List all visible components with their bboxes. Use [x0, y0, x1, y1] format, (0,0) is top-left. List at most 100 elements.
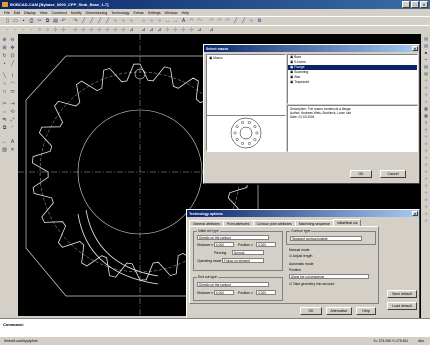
layer-icon[interactable]: ▤: [423, 71, 429, 77]
new-icon[interactable]: ▯: [4, 18, 11, 25]
measure-icon[interactable]: ⊿: [140, 27, 147, 34]
snap-icon[interactable]: ⊹: [52, 27, 59, 34]
final-position-input[interactable]: 0.000: [256, 290, 276, 295]
measure-icon[interactable]: ⊿: [128, 27, 135, 34]
tech-ok-button[interactable]: OK: [300, 307, 322, 315]
adjust-length-checkbox[interactable]: ☑ Adjust length: [289, 254, 312, 258]
snap-icon[interactable]: ⊹: [96, 27, 103, 34]
circle-icon[interactable]: ○: [36, 27, 43, 34]
mirror-tool-icon[interactable]: ⇋: [1, 116, 8, 123]
circle-tool-icon[interactable]: ○: [1, 80, 8, 87]
menu-file[interactable]: File: [4, 11, 10, 15]
snap-icon[interactable]: ⊹: [112, 27, 119, 34]
ortho-icon[interactable]: ┼: [423, 127, 429, 133]
dialog-close-button[interactable]: ×: [412, 46, 418, 51]
linetype-icon[interactable]: ┅: [423, 57, 429, 63]
dialog-close-button[interactable]: ×: [412, 211, 418, 216]
point-icon[interactable]: ·: [20, 27, 27, 34]
snap-icon[interactable]: ⊹: [423, 190, 429, 196]
macro-list[interactable]: ▣ Bore ▣ S-holes ▣ Flange ▣ Scanning ▣ Star ▣…: [287, 54, 418, 104]
snap-icon[interactable]: ⊹: [423, 85, 429, 91]
menu-dimensioning[interactable]: Dimensioning: [86, 11, 108, 15]
distance-input[interactable]: 0.000: [214, 242, 234, 247]
line-icon[interactable]: ╱: [88, 18, 95, 25]
text-tool-icon[interactable]: A: [9, 138, 16, 145]
polyline-tool-icon[interactable]: ⌇: [9, 72, 16, 79]
snap-icon[interactable]: ⊹: [423, 148, 429, 154]
position-input[interactable]: 0.000: [256, 242, 276, 247]
arc-icon[interactable]: ◠: [224, 18, 231, 25]
measure-icon[interactable]: ⊿: [208, 27, 215, 34]
zoom-all-icon[interactable]: ⊡: [9, 52, 16, 59]
circle-icon[interactable]: ○: [112, 18, 119, 25]
menu-construct[interactable]: Construct: [52, 11, 67, 15]
line-icon[interactable]: ╱: [232, 18, 239, 25]
menu-view[interactable]: View: [40, 11, 48, 15]
alternative-button[interactable]: Alternative: [326, 307, 352, 315]
layer-icon[interactable]: ▤: [423, 64, 429, 70]
zoom-window-icon[interactable]: ⊞: [1, 44, 8, 51]
maximize-button[interactable]: □: [411, 1, 419, 8]
snap-icon[interactable]: ⊹: [423, 204, 429, 210]
arc-tool-icon[interactable]: ◠: [9, 80, 16, 87]
snap-icon[interactable]: ⊹: [423, 218, 429, 224]
snap-icon[interactable]: ⊹: [423, 169, 429, 175]
snap-icon[interactable]: ⊹: [423, 176, 429, 182]
take-geometry-checkbox[interactable]: ☑ Take geometry into account: [289, 282, 334, 286]
snap-icon[interactable]: ⊹: [120, 27, 127, 34]
arc-icon[interactable]: ◠: [196, 18, 203, 25]
fillet-tool-icon[interactable]: ◜: [9, 124, 16, 131]
snap-icon[interactable]: ⊹: [80, 27, 87, 34]
point-icon[interactable]: ·: [28, 27, 35, 34]
pan-icon[interactable]: ✥: [9, 44, 16, 51]
close-button[interactable]: ×: [420, 1, 428, 8]
operating-mode-select[interactable]: Follow on element: [222, 258, 264, 263]
final-cut-select[interactable]: Directly on the contour: [197, 282, 269, 287]
print-icon[interactable]: ⎙: [28, 18, 35, 25]
ellipse-tool-icon[interactable]: ⬭: [9, 88, 16, 95]
menu-edit[interactable]: Edit: [14, 11, 20, 15]
snap-icon[interactable]: ⊹: [164, 27, 171, 34]
snap-icon[interactable]: ⊹: [180, 27, 187, 34]
trim-tool-icon[interactable]: ✂: [1, 100, 8, 107]
rectangle-tool-icon[interactable]: □: [1, 88, 8, 95]
cancel-button[interactable]: Cancel: [380, 170, 406, 178]
menu-modify[interactable]: Modify: [71, 11, 82, 15]
command-line[interactable]: Command:: [0, 318, 430, 336]
circle-icon[interactable]: ○: [128, 18, 135, 25]
piercing-select[interactable]: Normal: [232, 250, 264, 255]
snap-icon[interactable]: ⊹: [423, 211, 429, 217]
dimension-icon[interactable]: ↔: [172, 18, 179, 25]
copy-icon[interactable]: ⧉: [44, 18, 51, 25]
snap-icon[interactable]: ⊹: [423, 92, 429, 98]
help-button[interactable]: Help: [356, 307, 376, 315]
offset-tool-icon[interactable]: ⧉: [1, 124, 8, 131]
layer-icon[interactable]: ▤: [423, 36, 429, 42]
point-tool-icon[interactable]: •: [1, 60, 8, 67]
final-distance-input[interactable]: 0.000: [214, 290, 234, 295]
save-icon[interactable]: ▪: [20, 18, 27, 25]
snap-icon[interactable]: ⊹: [423, 183, 429, 189]
minimize-button[interactable]: _: [402, 1, 410, 8]
load-default-button[interactable]: Load default: [387, 302, 417, 310]
line-icon[interactable]: ╱: [80, 18, 87, 25]
point-icon[interactable]: ·: [12, 27, 19, 34]
open-icon[interactable]: ▭: [12, 18, 19, 25]
ok-button[interactable]: OK: [350, 170, 372, 178]
cut-icon[interactable]: ✂: [36, 18, 43, 25]
snap-icon[interactable]: ⊹: [72, 27, 79, 34]
snap-icon[interactable]: ⊹: [423, 155, 429, 161]
snap-icon[interactable]: ⊹: [423, 141, 429, 147]
menu-window[interactable]: Window: [165, 11, 178, 15]
scale-tool-icon[interactable]: ⤢: [9, 116, 16, 123]
measure-icon[interactable]: ⊿: [196, 27, 203, 34]
snap-icon[interactable]: ⊹: [423, 78, 429, 84]
rotate-tool-icon[interactable]: ⟲: [9, 108, 16, 115]
circle-icon[interactable]: ○: [140, 18, 147, 25]
tab-initial-final-cut[interactable]: Initial/final cut: [332, 219, 362, 226]
snap-icon[interactable]: ⊹: [172, 27, 179, 34]
redraw-icon[interactable]: ↻: [1, 52, 8, 59]
line-tool-icon[interactable]: ╱: [9, 60, 16, 67]
snap-icon[interactable]: ⊹: [423, 134, 429, 140]
menu-help[interactable]: Help: [181, 11, 188, 15]
